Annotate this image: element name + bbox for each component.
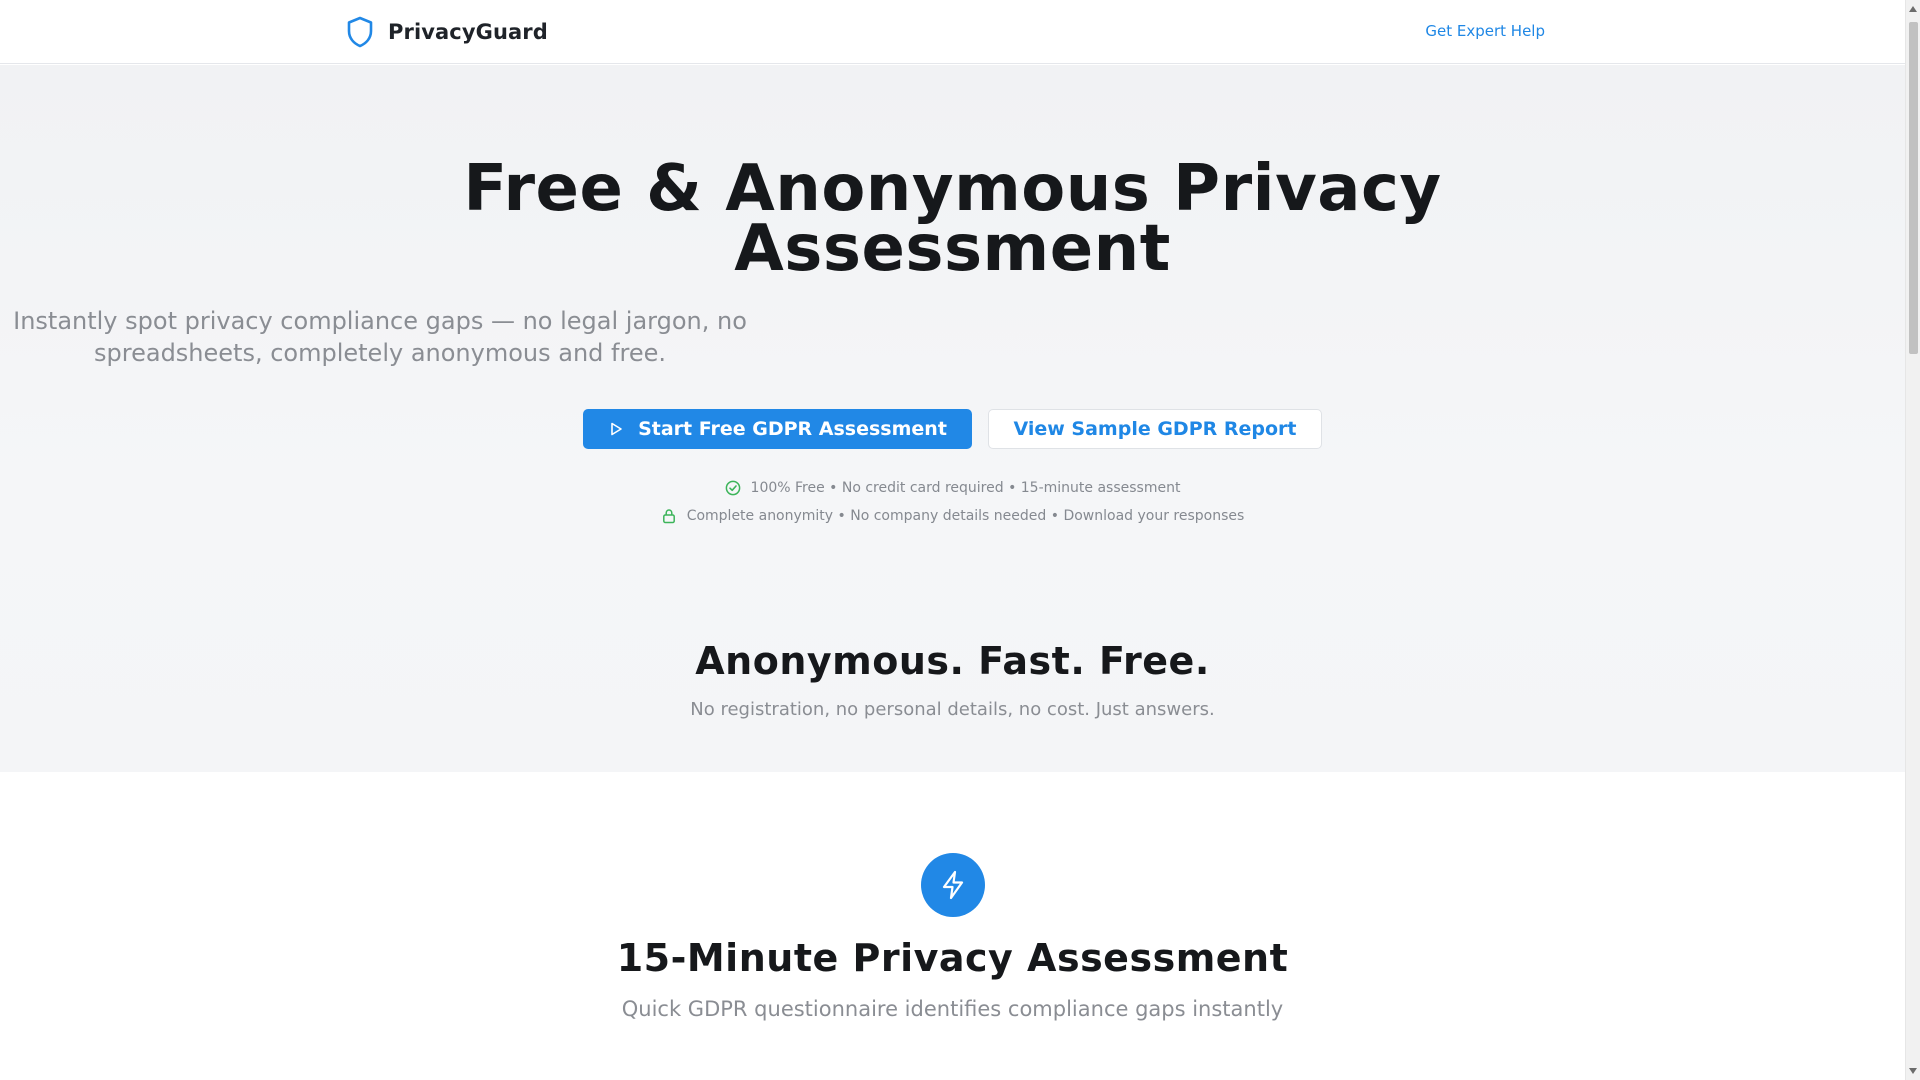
trust-line-free: 100% Free • No credit card required • 15… [0, 480, 1905, 496]
start-assessment-button[interactable]: Start Free GDPR Assessment [583, 409, 972, 449]
top-navbar: PrivacyGuard Get Expert Help [0, 0, 1905, 64]
brand-logo[interactable]: PrivacyGuard [346, 16, 548, 48]
feature-subtitle: Quick GDPR questionnaire identifies comp… [621, 997, 1284, 1021]
hero-subtitle: Instantly spot privacy compliance gaps —… [13, 307, 747, 367]
check-circle-icon [725, 480, 741, 496]
shield-icon [346, 16, 374, 48]
lightning-icon [937, 869, 969, 901]
view-sample-report-button[interactable]: View Sample GDPR Report [988, 409, 1322, 449]
trust-line-anonymity: Complete anonymity • No company details … [0, 508, 1905, 524]
cta-row: Start Free GDPR Assessment View Sample G… [583, 409, 1322, 449]
scroll-up-arrow-icon[interactable] [1909, 6, 1917, 12]
feature-icon-badge [921, 853, 985, 917]
get-expert-help-link[interactable]: Get Expert Help [1425, 22, 1545, 40]
scroll-down-arrow-icon[interactable] [1909, 1068, 1917, 1074]
page-scrollbar[interactable] [1905, 0, 1920, 1080]
lock-icon [661, 508, 677, 524]
hero-section: Free & Anonymous Privacy Assessment Inst… [0, 65, 1905, 772]
hero-title: Free & Anonymous Privacy Assessment [463, 152, 1442, 286]
trust-line-anonymity-text: Complete anonymity • No company details … [686, 508, 1245, 524]
values-title: Anonymous. Fast. Free. [695, 639, 1210, 683]
trust-line-free-text: 100% Free • No credit card required • 15… [750, 480, 1181, 496]
values-subtitle: No registration, no personal details, no… [690, 699, 1215, 720]
scrollbar-thumb[interactable] [1909, 22, 1918, 354]
feature-title: 15-Minute Privacy Assessment [616, 936, 1289, 980]
brand-name: PrivacyGuard [388, 20, 548, 44]
play-icon [608, 421, 624, 437]
view-sample-report-label: View Sample GDPR Report [1013, 418, 1297, 440]
page: PrivacyGuard Get Expert Help Free & Anon… [0, 0, 1905, 1080]
start-assessment-label: Start Free GDPR Assessment [638, 418, 947, 440]
